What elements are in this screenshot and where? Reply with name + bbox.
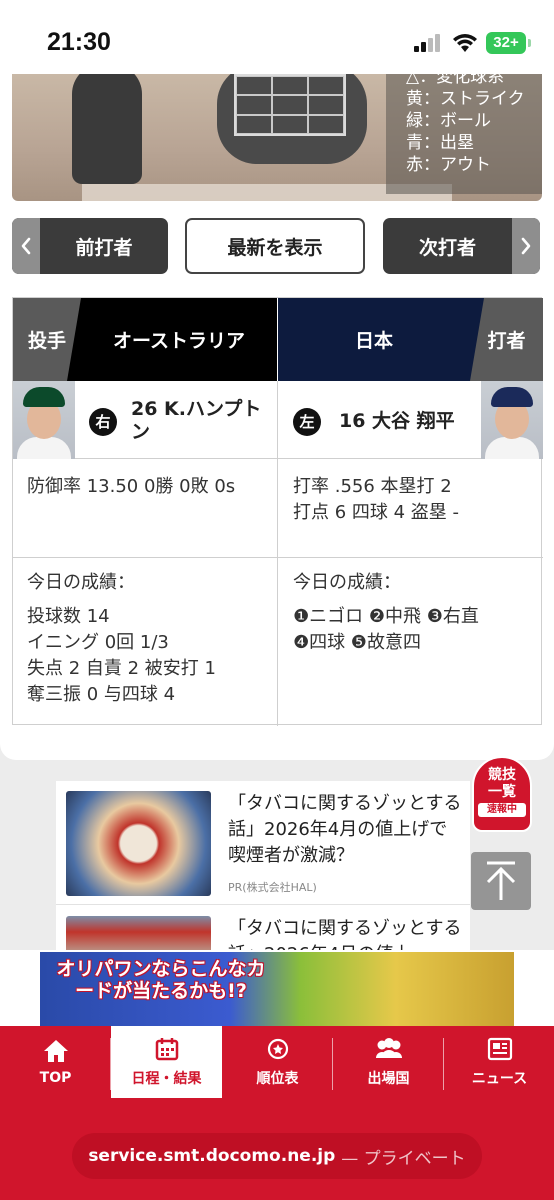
live-label: 速報中 <box>478 803 526 817</box>
pitch-legend: △：変化球系 黄：ストライク 緑：ボール 青：出塁 赤：アウト <box>386 74 542 194</box>
sports-list-badge[interactable]: 競技 一覧 速報中 <box>472 756 532 832</box>
tab-top[interactable]: TOP <box>0 1026 111 1098</box>
clock: 21:30 <box>47 28 111 56</box>
tab-standings[interactable]: 順位表 <box>222 1026 333 1098</box>
medal-icon <box>264 1036 292 1062</box>
badge-line: 競技 一覧 <box>488 767 516 800</box>
batter-today-stats: 今日の成績： ❶ニゴロ ❷中飛 ❸右直 ❹四球 ❺故意四 <box>293 570 538 656</box>
strike-zone-grid <box>234 74 346 136</box>
batter-today-line: ❹四球 ❺故意四 <box>293 632 421 653</box>
batter-batting-hand-badge: 左 <box>293 408 321 436</box>
people-icon <box>373 1036 405 1062</box>
cellular-signal-icon <box>414 34 440 52</box>
private-mode-label: — プライベート <box>341 1148 466 1169</box>
legend-item: 黄：ストライク <box>406 89 525 109</box>
pitch-field-view: △：変化球系 黄：ストライク 緑：ボール 青：出塁 赤：アウト <box>12 74 542 201</box>
pitcher-today-line: 失点 2 自責 2 被安打 1 <box>27 658 216 679</box>
previous-batter-button[interactable]: 前打者 <box>12 218 168 274</box>
show-latest-button[interactable]: 最新を表示 <box>185 218 365 274</box>
legend-item: 青：出塁 <box>406 133 474 153</box>
tab-label: 日程・結果 <box>131 1071 202 1087</box>
home-icon <box>42 1038 70 1064</box>
pitcher-today-line: 投球数 14 <box>27 606 110 627</box>
article-thumbnail <box>66 791 211 896</box>
legend-item: △：変化球系 <box>406 74 505 87</box>
next-batter-label: 次打者 <box>418 236 476 259</box>
chevron-right-icon <box>512 218 540 274</box>
wifi-icon <box>453 34 477 52</box>
batter-season-stats: 打率 .556 本塁打 2 打点 6 四球 4 盗塁 - <box>293 474 533 526</box>
ad-text: オリパワンならこんなカードが当たるかも!? <box>56 958 266 1002</box>
batter-photo <box>481 381 543 459</box>
newspaper-icon <box>486 1036 514 1062</box>
previous-batter-label: 前打者 <box>75 236 133 259</box>
ad-banner[interactable]: オリパワンならこんなカードが当たるかも!? <box>0 950 554 1026</box>
next-batter-button[interactable]: 次打者 <box>383 218 540 274</box>
legend-item: 赤：アウト <box>406 155 491 175</box>
batter-today-title: 今日の成績： <box>293 572 401 593</box>
pitcher-today-line: 奪三振 0 与四球 4 <box>27 684 176 705</box>
article-title: 「タバコに関するゾッとする話」2026年4月の値上げで喫煙者が激減？ <box>228 793 462 866</box>
pitcher-season-stats: 防御率 13.50 0勝 0敗 0s <box>27 476 236 497</box>
pitcher-name[interactable]: 26 K.ハンプトン <box>131 398 271 444</box>
tab-label: 順位表 <box>256 1071 299 1087</box>
batter-name[interactable]: 16 大谷 翔平 <box>339 410 479 433</box>
tab-label: 出場国 <box>367 1071 410 1087</box>
article-sponsor-label: PR(株式会社HAL) <box>228 881 317 894</box>
batter-today-line: ❶ニゴロ ❷中飛 ❸右直 <box>293 606 479 627</box>
battery-indicator: 32+ <box>486 32 531 54</box>
batter-stats-line: 打率 .556 本塁打 2 <box>293 476 452 497</box>
calendar-icon <box>154 1036 180 1062</box>
pitcher-today-title: 今日の成績： <box>27 572 135 593</box>
arrow-up-icon <box>486 861 516 900</box>
batter-stats-line: 打点 6 四球 4 盗塁 - <box>293 502 460 523</box>
tab-participating-countries[interactable]: 出場国 <box>333 1026 444 1098</box>
pitcher-today-stats: 今日の成績： 投球数 14 イニング 0回 1/3 失点 2 自責 2 被安打 … <box>27 570 272 708</box>
batter-silhouette <box>72 74 142 184</box>
batter-team-header: 日本 <box>278 298 484 381</box>
matchup-panel: 投手 オーストラリア 日本 打者 右 26 K.ハンプトン 左 16 大谷 翔平… <box>12 297 543 726</box>
scroll-to-top-button[interactable] <box>471 852 531 910</box>
url-domain: service.smt.docomo.ne.jp <box>88 1146 336 1166</box>
pitcher-today-line: イニング 0回 1/3 <box>27 632 169 653</box>
tab-schedule-results[interactable]: 日程・結果 <box>111 1026 222 1098</box>
status-bar: 21:30 32+ <box>0 0 554 74</box>
article-item[interactable]: 「タバコに関するゾッとする話」2026年4月の値上げで喫煙者が激減？ PR(株式… <box>56 781 470 905</box>
pitcher-team-header: オーストラリア <box>67 298 277 381</box>
tab-label: ニュース <box>471 1071 528 1087</box>
tab-label: TOP <box>39 1070 72 1086</box>
browser-url-bar[interactable]: service.smt.docomo.ne.jp — プライベート <box>72 1133 482 1179</box>
legend-item: 緑：ボール <box>406 111 491 131</box>
pitcher-throwing-hand-badge: 右 <box>89 408 117 436</box>
pitch-tracker-card: △：変化球系 黄：ストライク 緑：ボール 青：出塁 赤：アウト 前打者 最新を表… <box>0 74 554 760</box>
ad-image: オリパワンならこんなカードが当たるかも!? <box>40 952 514 1026</box>
chevron-left-icon <box>12 218 40 274</box>
pitcher-photo <box>13 381 75 459</box>
tab-news[interactable]: ニュース <box>444 1026 554 1098</box>
